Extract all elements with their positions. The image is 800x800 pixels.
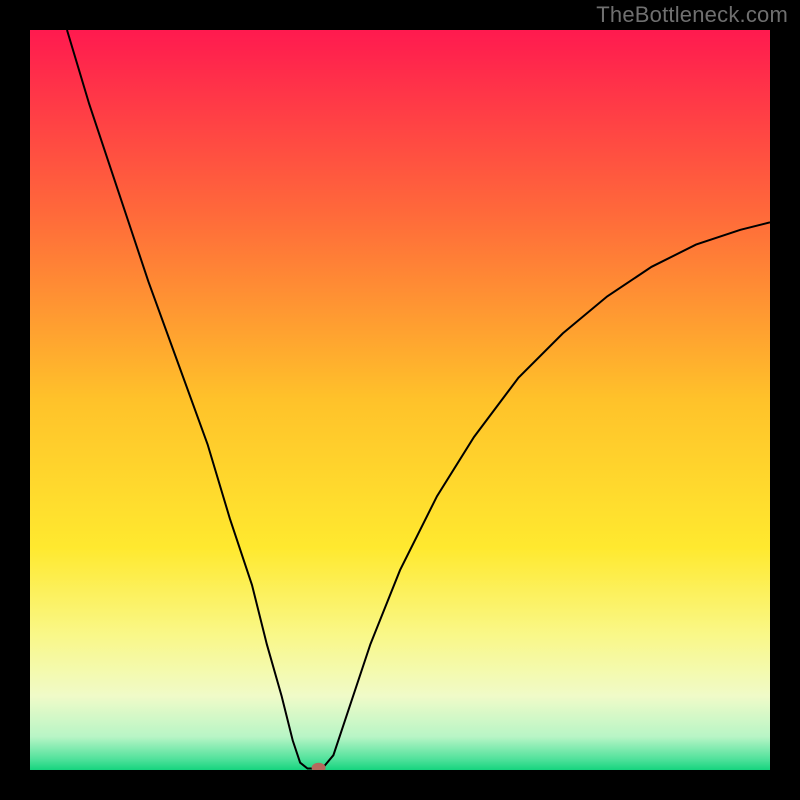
watermark-text: TheBottleneck.com [596, 2, 788, 28]
plot-area [30, 30, 770, 770]
plot-svg [30, 30, 770, 770]
gradient-background [30, 30, 770, 770]
chart-frame: TheBottleneck.com [0, 0, 800, 800]
